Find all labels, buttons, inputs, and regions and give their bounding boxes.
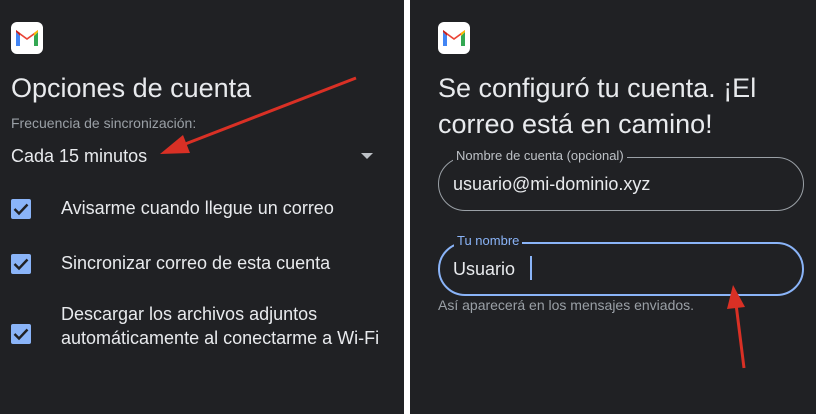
checkbox-checked-icon[interactable]: [11, 199, 31, 219]
option-label: Sincronizar correo de esta cuenta: [61, 253, 331, 273]
option-download-attachments-wifi[interactable]: Descargar los archivos adjuntos automáti…: [11, 302, 391, 374]
option-sync-mail[interactable]: Sincronizar correo de esta cuenta: [11, 251, 391, 279]
option-label: Avisarme cuando llegue un correo: [61, 198, 334, 218]
account-options-screen: Opciones de cuenta Frecuencia de sincron…: [0, 0, 404, 414]
gmail-logo-icon: [438, 22, 470, 54]
gmail-logo-icon: [11, 22, 43, 54]
sync-frequency-label: Frecuencia de sincronización:: [11, 115, 197, 131]
checkbox-checked-icon[interactable]: [11, 324, 31, 344]
text-cursor: [530, 256, 532, 280]
sync-frequency-value: Cada 15 minutos: [11, 146, 148, 166]
your-name-label: Tu nombre: [454, 233, 523, 249]
page-title: Se configuró tu cuenta. ¡El correo está …: [438, 73, 757, 139]
account-name-input[interactable]: [453, 171, 783, 197]
option-label: Descargar los archivos adjuntos automáti…: [61, 304, 380, 348]
account-name-field[interactable]: Nombre de cuenta (opcional): [438, 148, 804, 211]
account-name-label: Nombre de cuenta (opcional): [453, 148, 627, 164]
account-setup-complete-screen: Se configuró tu cuenta. ¡El correo está …: [410, 0, 816, 414]
your-name-field[interactable]: Tu nombre: [438, 233, 804, 296]
option-notify-new-mail[interactable]: Avisarme cuando llegue un correo: [11, 196, 391, 224]
sync-frequency-dropdown[interactable]: Cada 15 minutos: [11, 140, 373, 170]
dropdown-arrow-icon: [361, 153, 373, 159]
checkbox-checked-icon[interactable]: [11, 254, 31, 274]
your-name-input[interactable]: [453, 256, 783, 282]
your-name-helper-text: Así aparecerá en los mensajes enviados.: [438, 297, 695, 313]
page-title: Opciones de cuenta: [11, 73, 252, 103]
